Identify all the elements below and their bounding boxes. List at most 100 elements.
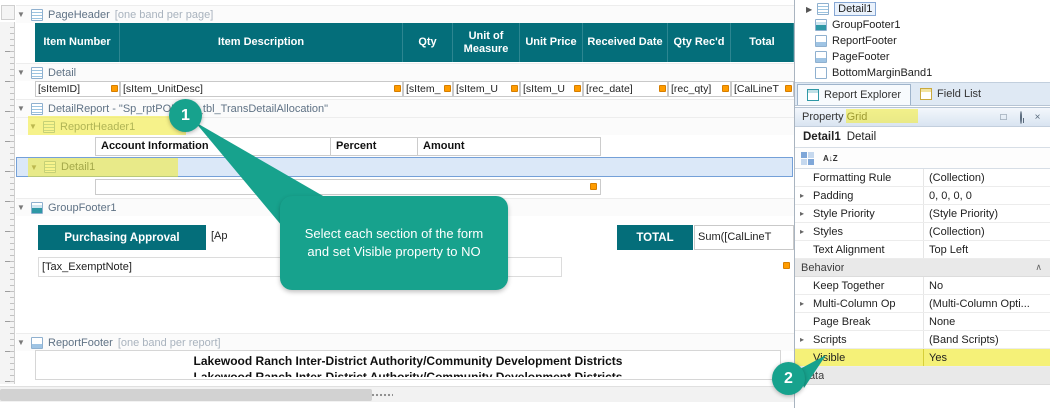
band-header-reportfooter[interactable]: ▼ ReportFooter [one band per report] — [16, 333, 794, 351]
property-row-visible[interactable]: Visible Yes — [795, 349, 1050, 367]
smart-tag-icon[interactable] — [783, 262, 790, 269]
field-cell[interactable]: [CalLineT — [731, 81, 794, 97]
property-category-behavior[interactable]: Behavior ∧ — [795, 259, 1050, 277]
band-header-pageheader[interactable]: ▼ PageHeader [one band per page] — [16, 5, 794, 23]
property-row[interactable]: ▸ Scripts (Band Scripts) — [795, 331, 1050, 349]
tree-item-bottommarginband1[interactable]: BottomMarginBand1 — [815, 65, 932, 81]
band-collapse-icon[interactable]: ▼ — [16, 10, 26, 19]
table-header-cell[interactable]: Received Date — [583, 23, 668, 62]
property-expand-icon[interactable]: ▸ — [800, 191, 804, 200]
object-selector[interactable]: Detail1 Detail — [795, 127, 1050, 148]
smart-tag-icon[interactable] — [785, 85, 792, 92]
pin-icon[interactable] — [1014, 111, 1027, 124]
allocation-header-cell[interactable]: Percent — [330, 137, 418, 156]
smart-tag-icon[interactable] — [444, 85, 451, 92]
band-header-detailreport[interactable]: ▼ DetailReport - "Sp_rptPOForm_tbl_Trans… — [16, 99, 794, 117]
band-header-detail1-selected[interactable]: ▼ Detail1 — [16, 157, 793, 177]
table-header-cell[interactable]: Item Number — [35, 23, 120, 62]
allocation-header-cell[interactable]: Amount — [417, 137, 601, 156]
band-icon — [815, 19, 827, 31]
property-row[interactable]: Text Alignment Top Left — [795, 241, 1050, 259]
allocation-header-cell[interactable]: Account Information — [95, 137, 331, 156]
horizontal-scrollbar[interactable] — [0, 386, 794, 402]
tree-item-groupfooter1[interactable]: GroupFooter1 — [815, 17, 900, 33]
property-row[interactable]: ▸ Style Priority (Style Priority) — [795, 205, 1050, 223]
field-cell[interactable]: [sItemID] — [35, 81, 120, 97]
band-collapse-icon[interactable]: ▼ — [28, 122, 38, 131]
table-header-cell[interactable]: Total — [731, 23, 794, 62]
table-header-cell[interactable]: Unit Price — [520, 23, 583, 62]
field-cell[interactable]: [sItem_U — [453, 81, 520, 97]
smart-tag-icon[interactable] — [394, 85, 401, 92]
band-header-detail[interactable]: ▼ Detail — [16, 63, 794, 81]
smart-tag-icon[interactable] — [574, 85, 581, 92]
total-label-cell[interactable]: TOTAL — [617, 225, 693, 250]
tree-item-detail1[interactable]: ▶ Detail1 — [806, 1, 876, 17]
property-value[interactable]: (Multi-Column Opti... — [923, 295, 1050, 312]
band-collapse-icon[interactable]: ▼ — [29, 163, 39, 172]
property-row[interactable]: ▸ Multi-Column Op (Multi-Column Opti... — [795, 295, 1050, 313]
band-collapse-icon[interactable]: ▼ — [16, 104, 26, 113]
close-icon[interactable]: × — [1031, 111, 1044, 124]
property-value[interactable]: Top Left — [923, 241, 1050, 258]
band-collapse-icon[interactable]: ▼ — [16, 68, 26, 77]
property-value[interactable]: Yes — [923, 349, 1050, 366]
property-name: Text Alignment — [795, 244, 923, 256]
tab-field-list[interactable]: Field List — [911, 83, 990, 105]
property-value[interactable]: 0, 0, 0, 0 — [923, 187, 1050, 204]
property-value[interactable]: None — [923, 313, 1050, 330]
smart-tag-icon[interactable] — [111, 85, 118, 92]
smart-tag-icon[interactable] — [590, 183, 597, 190]
smart-tag-icon[interactable] — [722, 85, 729, 92]
field-cell[interactable]: [sItem_ — [403, 81, 453, 97]
property-row[interactable]: ▸ Padding 0, 0, 0, 0 — [795, 187, 1050, 205]
tab-report-explorer[interactable]: Report Explorer — [797, 84, 911, 105]
purchasing-approval-cell[interactable]: Purchasing Approval — [38, 225, 206, 250]
tree-expand-icon[interactable]: ▶ — [806, 5, 812, 14]
tree-item-reportfooter[interactable]: ReportFooter — [815, 33, 897, 49]
approved-field[interactable]: [Ap — [211, 230, 228, 242]
field-cell[interactable]: [sItem_U — [520, 81, 583, 97]
property-value[interactable]: (Band Scripts) — [923, 331, 1050, 348]
property-grid-titlebar[interactable]: Property Grid □ × — [795, 108, 1050, 127]
band-icon — [815, 35, 827, 47]
field-cell[interactable]: [rec_date] — [583, 81, 668, 97]
band-collapse-icon[interactable]: ▼ — [16, 203, 26, 212]
property-value[interactable]: (Collection) — [923, 169, 1050, 186]
table-header-cell[interactable]: Qty — [403, 23, 453, 62]
table-header-cell[interactable]: Item Description — [120, 23, 403, 62]
property-expand-icon[interactable]: ▸ — [800, 335, 804, 344]
property-row[interactable]: ▸ Styles (Collection) — [795, 223, 1050, 241]
report-footer-title-cell[interactable]: Lakewood Ranch Inter-District Authority/… — [35, 350, 781, 380]
band-icon — [31, 9, 43, 21]
scrollbar-thumb[interactable] — [0, 389, 372, 401]
smart-tag-icon[interactable] — [659, 85, 666, 92]
property-row[interactable]: Formatting Rule (Collection) — [795, 169, 1050, 187]
property-row[interactable]: Page Break None — [795, 313, 1050, 331]
alphabetical-sort-icon[interactable]: A↓Z — [823, 154, 838, 163]
category-collapse-icon[interactable]: ∧ — [1035, 262, 1042, 273]
vertical-ruler[interactable] — [0, 22, 15, 384]
splitter-grip-icon[interactable] — [371, 393, 393, 397]
band-collapse-icon[interactable]: ▼ — [16, 338, 26, 347]
tree-item-pagefooter[interactable]: PageFooter — [815, 49, 889, 65]
property-expand-icon[interactable]: ▸ — [800, 209, 804, 218]
total-expression-cell[interactable]: Sum([CalLineT — [694, 225, 794, 250]
categorized-icon[interactable] — [801, 152, 814, 165]
property-expand-icon[interactable]: ▸ — [800, 227, 804, 236]
table-header-cell[interactable]: Unit of Measure — [453, 23, 520, 62]
property-row[interactable]: Keep Together No — [795, 277, 1050, 295]
maximize-icon[interactable]: □ — [997, 111, 1010, 124]
empty-field-cell[interactable] — [95, 179, 601, 195]
band-header-reportheader1[interactable]: ▼ ReportHeader1 — [16, 117, 794, 135]
property-value[interactable]: (Collection) — [923, 223, 1050, 240]
property-category-data[interactable]: Data — [795, 367, 1050, 385]
property-value[interactable]: No — [923, 277, 1050, 294]
field-cell[interactable]: [sItem_UnitDesc] — [120, 81, 403, 97]
field-cell[interactable]: [rec_qty] — [668, 81, 731, 97]
property-value[interactable]: (Style Priority) — [923, 205, 1050, 222]
property-expand-icon[interactable]: ▸ — [800, 299, 804, 308]
band-icon — [31, 202, 43, 214]
table-header-cell[interactable]: Qty Rec'd — [668, 23, 731, 62]
smart-tag-icon[interactable] — [511, 85, 518, 92]
